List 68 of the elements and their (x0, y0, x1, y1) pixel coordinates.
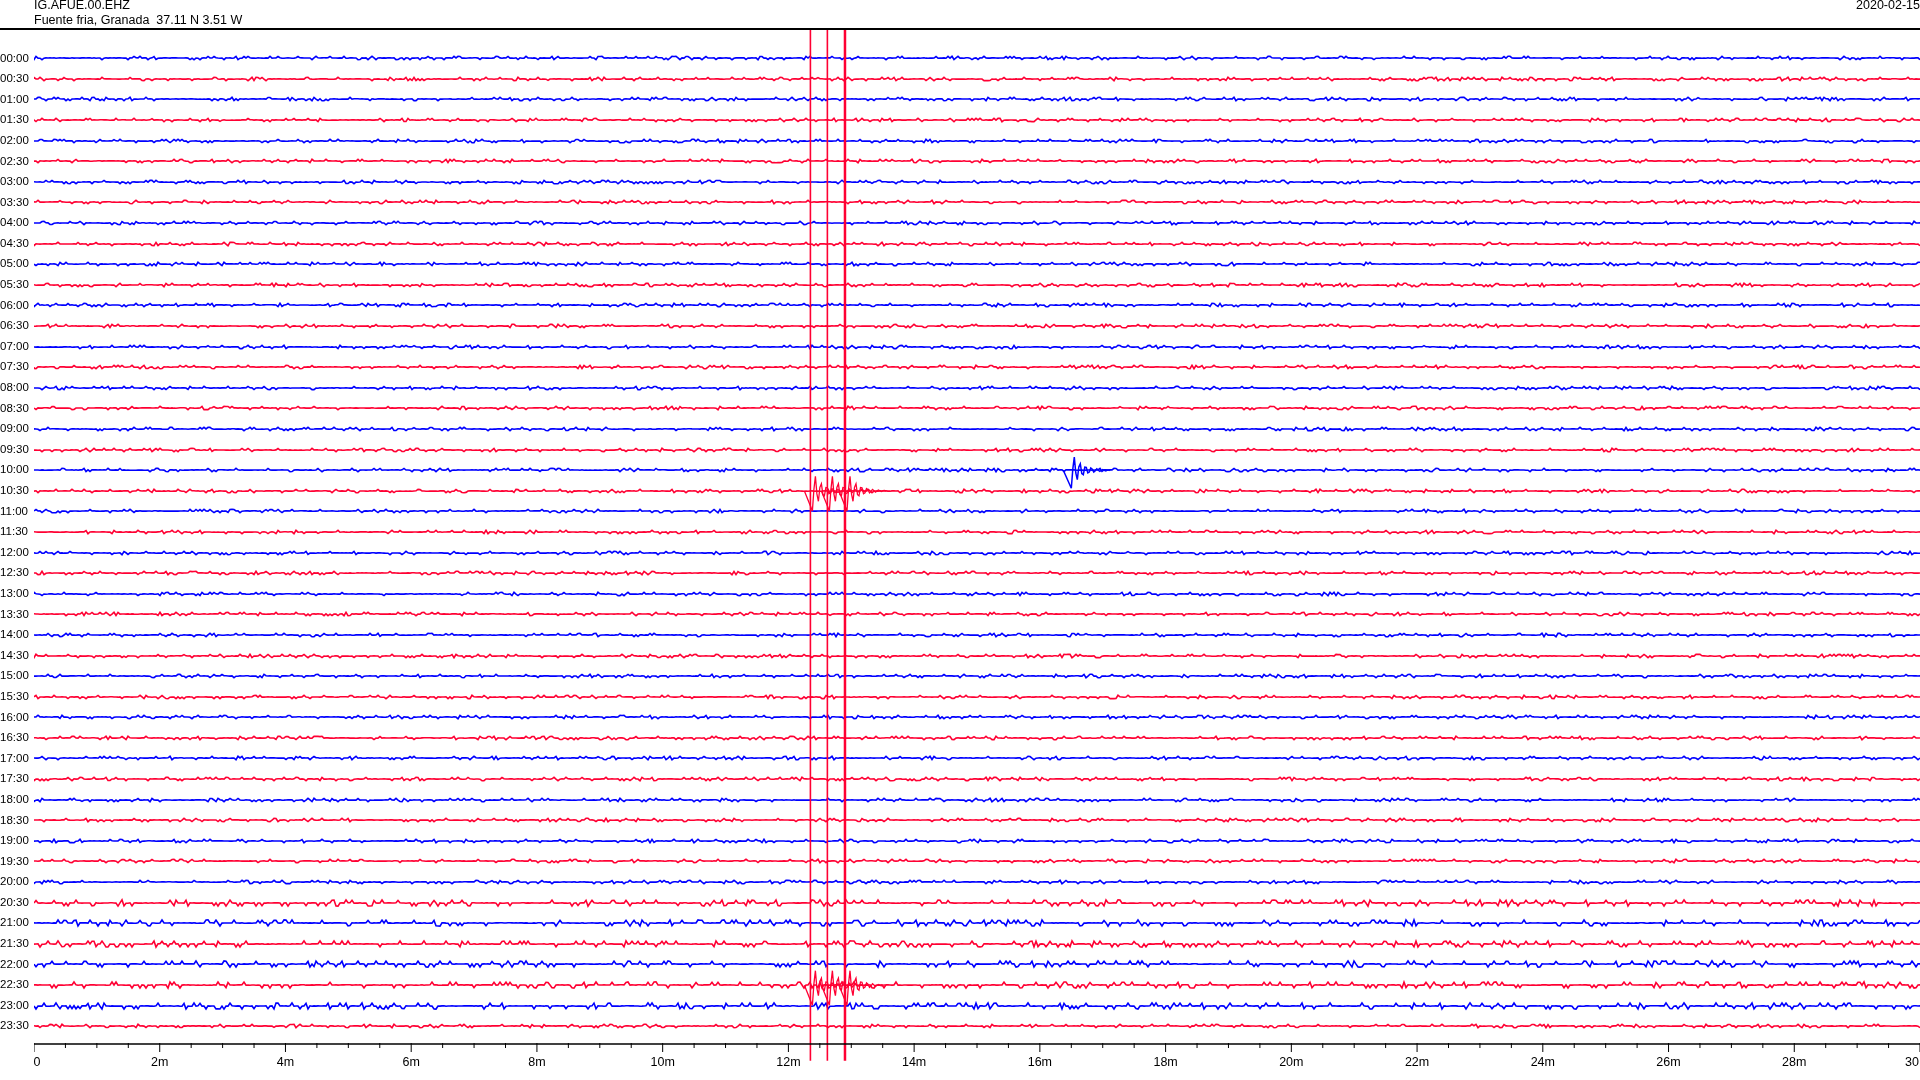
axis-tick-label: 16m (1027, 1055, 1052, 1068)
station-code: IG.AFUE.00.EHZ (34, 0, 131, 13)
time-label: 02:00 (0, 134, 30, 147)
axis-tick-label: 18m (1153, 1055, 1178, 1068)
time-label: 22:30 (0, 979, 30, 991)
time-label: 16:30 (0, 732, 30, 744)
time-label: 09:00 (0, 423, 30, 435)
axis-tick-label: 0 (33, 1055, 41, 1068)
time-label: 09:30 (0, 443, 30, 456)
seismic-event-trace (1062, 456, 1112, 490)
axis-tick-label: 4m (276, 1055, 295, 1068)
time-label: 19:00 (0, 835, 30, 847)
time-label: 14:30 (0, 649, 30, 662)
time-label: 18:30 (0, 814, 30, 826)
time-label: 04:30 (0, 237, 30, 250)
time-label: 22:00 (0, 958, 30, 971)
time-label: 20:30 (0, 896, 30, 909)
axis-tick-label: 8m (528, 1055, 546, 1068)
time-label: 11:30 (0, 526, 29, 538)
axis-tick-label: 12m (776, 1055, 801, 1068)
time-label: 08:00 (0, 382, 30, 394)
axis-tick-label: 14m (901, 1055, 927, 1068)
time-label: 16:00 (0, 711, 30, 724)
time-label: 23:30 (0, 1020, 30, 1032)
time-label: 03:00 (0, 176, 30, 188)
axis-tick-label: 26m (1656, 1055, 1681, 1068)
axis-tick-label: 24m (1530, 1055, 1555, 1068)
time-label: 20:00 (0, 876, 30, 888)
time-label: 00:00 (0, 52, 30, 65)
time-label: 13:30 (0, 608, 30, 621)
time-label: 05:00 (0, 258, 30, 270)
time-label: 17:00 (0, 752, 30, 765)
time-label: 17:30 (0, 773, 30, 785)
time-label: 03:30 (0, 196, 30, 209)
axis-tick-label: 22m (1404, 1055, 1430, 1068)
time-label: 01:30 (0, 114, 30, 126)
axis-tick-label: 2m (151, 1055, 169, 1068)
time-label: 15:30 (0, 690, 30, 703)
time-label: 12:30 (0, 567, 30, 579)
time-label: 07:00 (0, 340, 30, 353)
station-location: Fuente fria, Granada 37.11 N 3.51 W (34, 13, 243, 28)
time-label: 15:00 (0, 670, 30, 682)
axis-tick-label: 10m (650, 1055, 675, 1068)
axis-tick-label: 20m (1279, 1055, 1304, 1068)
time-label: 06:00 (0, 299, 30, 312)
time-label: 05:30 (0, 279, 30, 291)
time-label: 23:00 (0, 999, 30, 1012)
axis-tick-label: 6m (402, 1055, 420, 1068)
time-label: 07:30 (0, 361, 30, 373)
time-label: 01:00 (0, 93, 30, 106)
time-label: 06:30 (0, 320, 30, 332)
time-label: 04:00 (0, 217, 30, 229)
time-label: 12:00 (0, 546, 30, 559)
time-label: 13:00 (0, 588, 30, 600)
date-label: 2020-02-15 (1856, 0, 1920, 14)
time-label: 00:30 (0, 73, 30, 85)
time-label: 11:00 (0, 505, 29, 518)
time-label: 14:00 (0, 629, 30, 641)
time-label: 08:30 (0, 402, 30, 415)
time-label: 10:30 (0, 485, 30, 497)
time-label: 21:00 (0, 917, 30, 929)
time-label: 19:30 (0, 855, 30, 868)
axis-tick-label: 30 (1905, 1055, 1919, 1068)
time-label: 21:30 (0, 938, 30, 950)
time-label: 18:00 (0, 793, 30, 806)
axis-tick-label: 28m (1782, 1055, 1807, 1068)
time-label: 10:00 (0, 464, 30, 476)
time-label: 02:30 (0, 155, 30, 167)
